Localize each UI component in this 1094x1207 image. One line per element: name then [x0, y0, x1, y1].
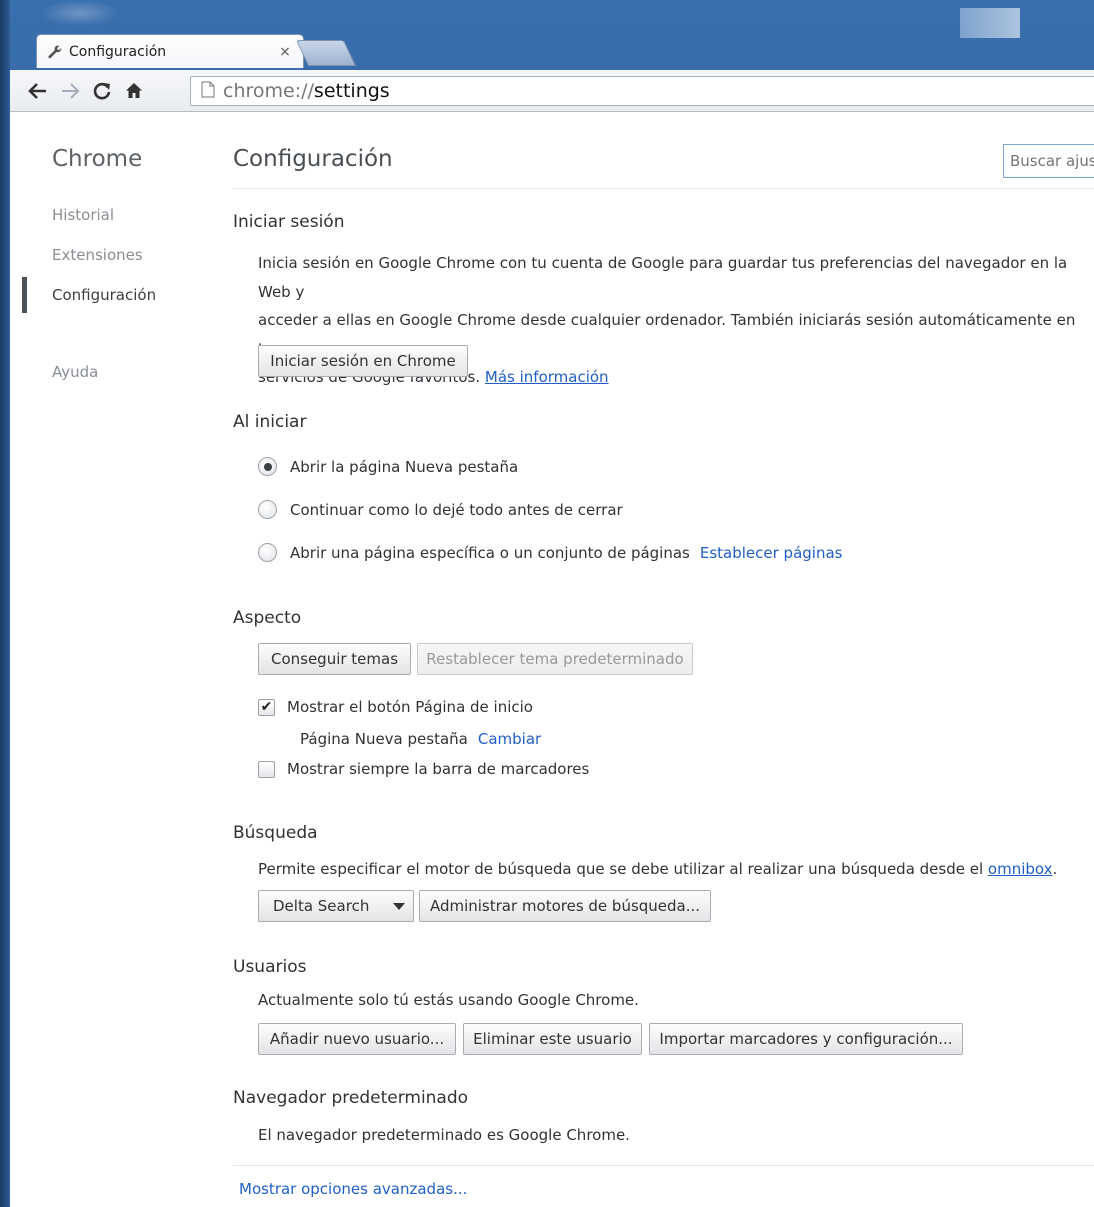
- show-bookmarks-label: Mostrar siempre la barra de marcadores: [287, 760, 590, 778]
- startup-option-label: Abrir la página Nueva pestaña: [290, 457, 519, 476]
- page-icon: [201, 81, 215, 102]
- show-advanced-link[interactable]: Mostrar opciones avanzadas...: [239, 1180, 467, 1198]
- signin-desc-line1: Inicia sesión en Google Chrome con tu cu…: [258, 254, 1068, 301]
- wrench-icon: [47, 44, 63, 60]
- import-bookmarks-button[interactable]: Importar marcadores y configuración...: [649, 1023, 963, 1055]
- sidebar-item-extensiones[interactable]: Extensiones: [52, 246, 143, 264]
- show-bookmarks-row[interactable]: Mostrar siempre la barra de marcadores: [258, 760, 589, 778]
- address-bar[interactable]: chrome://settings: [190, 76, 1094, 106]
- radio-button[interactable]: [258, 500, 277, 519]
- omnibox-link[interactable]: omnibox: [988, 860, 1053, 878]
- url-scheme: chrome://: [223, 80, 314, 102]
- checkmark-icon: ✔: [260, 699, 273, 715]
- close-icon[interactable]: ×: [277, 44, 293, 60]
- search-desc-period: .: [1052, 860, 1058, 878]
- forward-icon[interactable]: [56, 77, 84, 105]
- main-content: Configuración Iniciar sesión Inicia sesi…: [233, 112, 1094, 1207]
- tab-strip: Configuración ×: [10, 0, 1094, 70]
- chevron-down-icon: [393, 903, 405, 910]
- search-engine-value: Delta Search: [273, 897, 370, 915]
- search-input[interactable]: [1003, 144, 1094, 178]
- window-left-edge: [0, 0, 10, 1207]
- sidebar-item-ayuda[interactable]: Ayuda: [52, 363, 98, 381]
- sidebar-title: Chrome: [52, 146, 143, 172]
- url-text: chrome://settings: [223, 80, 390, 102]
- section-title-startup: Al iniciar: [233, 412, 307, 432]
- home-page-row: Página Nueva pestaña Cambiar: [300, 730, 541, 748]
- home-icon[interactable]: [120, 77, 148, 105]
- add-user-button[interactable]: Añadir nuevo usuario...: [258, 1023, 456, 1055]
- url-host: settings: [313, 80, 390, 102]
- radio-button[interactable]: [258, 543, 277, 562]
- get-themes-button[interactable]: Conseguir temas: [258, 643, 411, 675]
- radio-button-selected[interactable]: [258, 457, 277, 476]
- default-browser-description: El navegador predeterminado es Google Ch…: [258, 1126, 630, 1144]
- page-title: Configuración: [233, 146, 393, 172]
- browser-toolbar: chrome://settings: [10, 70, 1094, 112]
- header-divider: [233, 188, 1094, 189]
- tab-title: Configuración: [69, 43, 167, 60]
- startup-option-specific-pages[interactable]: Abrir una página específica o un conjunt…: [258, 543, 842, 562]
- startup-option-new-tab[interactable]: Abrir la página Nueva pestaña: [258, 457, 518, 476]
- sidebar-item-historial[interactable]: Historial: [52, 206, 114, 224]
- startup-option-continue[interactable]: Continuar como lo dejé todo antes de cer…: [258, 500, 623, 519]
- footer-divider: [233, 1165, 1094, 1166]
- users-description: Actualmente solo tú estás usando Google …: [258, 991, 639, 1009]
- remove-user-button[interactable]: Eliminar este usuario: [463, 1023, 642, 1055]
- reload-icon[interactable]: [88, 77, 116, 105]
- new-tab-button[interactable]: [295, 40, 357, 66]
- search-desc-text: Permite especificar el motor de búsqueda…: [258, 860, 984, 878]
- section-title-signin: Iniciar sesión: [233, 212, 345, 232]
- change-home-link[interactable]: Cambiar: [478, 730, 541, 748]
- show-home-row[interactable]: ✔ Mostrar el botón Página de inicio: [258, 698, 533, 716]
- section-title-users: Usuarios: [233, 957, 307, 977]
- section-title-default-browser: Navegador predeterminado: [233, 1088, 469, 1108]
- settings-page: Chrome Historial Extensiones Configuraci…: [10, 112, 1094, 1207]
- back-icon[interactable]: [24, 77, 52, 105]
- set-pages-link[interactable]: Establecer páginas: [700, 544, 843, 562]
- section-title-appearance: Aspecto: [233, 608, 302, 628]
- more-info-link[interactable]: Más información: [485, 368, 609, 386]
- show-home-label: Mostrar el botón Página de inicio: [287, 698, 533, 716]
- manage-search-engines-button[interactable]: Administrar motores de búsqueda...: [419, 890, 711, 922]
- sidebar-active-marker: [22, 277, 27, 313]
- search-description: Permite especificar el motor de búsqueda…: [258, 855, 1093, 884]
- signin-chrome-button[interactable]: Iniciar sesión en Chrome: [258, 345, 468, 377]
- home-page-value: Página Nueva pestaña: [300, 730, 468, 748]
- sidebar-item-configuracion[interactable]: Configuración: [52, 286, 156, 304]
- reset-theme-button[interactable]: Restablecer tema predeterminado: [417, 643, 693, 675]
- checkbox-unchecked[interactable]: [258, 760, 275, 778]
- startup-option-label: Continuar como lo dejé todo antes de cer…: [290, 500, 623, 519]
- sidebar: Chrome Historial Extensiones Configuraci…: [10, 112, 230, 1207]
- search-engine-select[interactable]: Delta Search: [258, 890, 414, 922]
- section-title-search: Búsqueda: [233, 823, 318, 843]
- checkbox-checked[interactable]: ✔: [258, 698, 275, 716]
- tab-settings[interactable]: Configuración ×: [36, 34, 304, 68]
- startup-option-label: Abrir una página específica o un conjunt…: [290, 543, 690, 562]
